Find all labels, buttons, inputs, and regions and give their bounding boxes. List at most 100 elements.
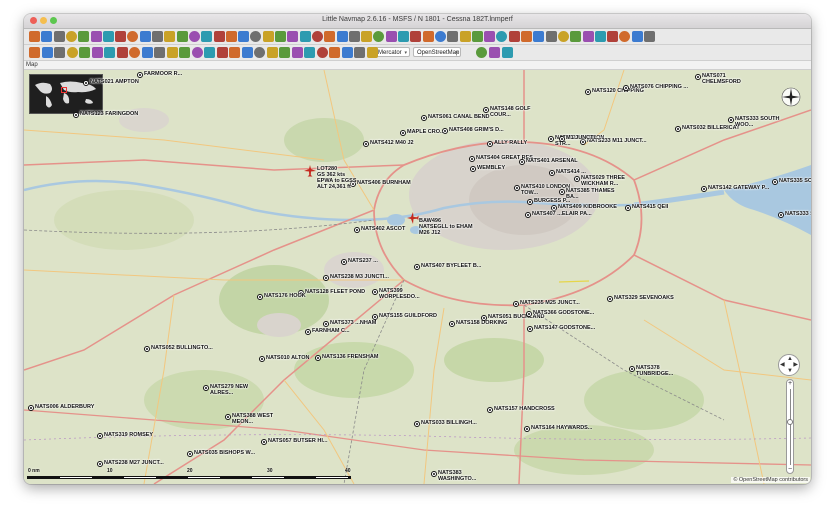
zoom-out-button[interactable]: − bbox=[787, 466, 793, 473]
waypoint-marker[interactable] bbox=[83, 80, 89, 86]
waypoint-marker[interactable] bbox=[559, 189, 565, 195]
toolbar-button-icon[interactable] bbox=[632, 31, 643, 42]
toolbar-button-icon[interactable] bbox=[179, 47, 190, 58]
waypoint-marker[interactable] bbox=[483, 107, 489, 113]
waypoint-marker[interactable] bbox=[341, 259, 347, 265]
waypoint-marker[interactable] bbox=[400, 130, 406, 136]
waypoint-marker[interactable] bbox=[527, 326, 533, 332]
toolbar-button-icon[interactable] bbox=[546, 31, 557, 42]
toolbar-button-icon[interactable] bbox=[447, 31, 458, 42]
toolbar-button-icon[interactable] bbox=[79, 47, 90, 58]
toolbar-button-icon[interactable] bbox=[558, 31, 569, 42]
toolbar-button-icon[interactable] bbox=[177, 31, 188, 42]
zoom-slider[interactable]: + − bbox=[786, 379, 794, 474]
toolbar-button-icon[interactable] bbox=[324, 31, 335, 42]
waypoint-marker[interactable] bbox=[323, 321, 329, 327]
toolbar-button-icon[interactable] bbox=[263, 31, 274, 42]
toolbar-button-icon[interactable] bbox=[533, 31, 544, 42]
waypoint-marker[interactable] bbox=[187, 451, 193, 457]
waypoint-marker[interactable] bbox=[513, 301, 519, 307]
waypoint-marker[interactable] bbox=[203, 385, 209, 391]
toolbar-button-icon[interactable] bbox=[142, 47, 153, 58]
toolbar-button-icon[interactable] bbox=[472, 31, 483, 42]
toolbar-button-icon[interactable] bbox=[164, 31, 175, 42]
toolbar-button-icon[interactable] bbox=[117, 47, 128, 58]
waypoint-marker[interactable] bbox=[778, 212, 784, 218]
waypoint-marker[interactable] bbox=[695, 74, 701, 80]
waypoint-marker[interactable] bbox=[525, 212, 531, 218]
toolbar-button-icon[interactable] bbox=[570, 31, 581, 42]
waypoint-marker[interactable] bbox=[225, 414, 231, 420]
toolbar-button-icon[interactable] bbox=[217, 47, 228, 58]
toolbar-button-icon[interactable] bbox=[312, 31, 323, 42]
toolbar-button-icon[interactable] bbox=[275, 31, 286, 42]
toolbar-button-icon[interactable] bbox=[201, 31, 212, 42]
waypoint-marker[interactable] bbox=[414, 264, 420, 270]
toolbar-button-icon[interactable] bbox=[229, 47, 240, 58]
waypoint-marker[interactable] bbox=[701, 186, 707, 192]
waypoint-marker[interactable] bbox=[261, 439, 267, 445]
toolbar-button-icon[interactable] bbox=[67, 47, 78, 58]
toolbar-button-icon[interactable] bbox=[54, 47, 65, 58]
toolbar-button-icon[interactable] bbox=[496, 31, 507, 42]
toolbar-button-icon[interactable] bbox=[267, 47, 278, 58]
toolbar-button-icon[interactable] bbox=[489, 47, 500, 58]
waypoint-marker[interactable] bbox=[363, 141, 369, 147]
toolbar-button-icon[interactable] bbox=[361, 31, 372, 42]
waypoint-marker[interactable] bbox=[481, 315, 487, 321]
toolbar-button-icon[interactable] bbox=[292, 47, 303, 58]
waypoint-marker[interactable] bbox=[323, 275, 329, 281]
toolbar-button-icon[interactable] bbox=[410, 31, 421, 42]
zoom-handle[interactable] bbox=[787, 419, 793, 425]
waypoint-marker[interactable] bbox=[372, 289, 378, 295]
waypoint-marker[interactable] bbox=[257, 294, 263, 300]
toolbar-button-icon[interactable] bbox=[460, 31, 471, 42]
toolbar-button-icon[interactable] bbox=[192, 47, 203, 58]
toolbar-button-icon[interactable] bbox=[140, 31, 151, 42]
toolbar-button-icon[interactable] bbox=[54, 31, 65, 42]
waypoint-marker[interactable] bbox=[574, 176, 580, 182]
arrow-down-icon[interactable]: ▼ bbox=[787, 368, 793, 374]
toolbar-button-icon[interactable] bbox=[502, 47, 513, 58]
waypoint-marker[interactable] bbox=[519, 159, 525, 165]
toolbar-button-icon[interactable] bbox=[509, 31, 520, 42]
waypoint-marker[interactable] bbox=[259, 356, 265, 362]
toolbar-button-icon[interactable] bbox=[41, 31, 52, 42]
toolbar-button-icon[interactable] bbox=[115, 31, 126, 42]
waypoint-marker[interactable] bbox=[144, 346, 150, 352]
waypoint-marker[interactable] bbox=[305, 329, 311, 335]
toolbar-button-icon[interactable] bbox=[238, 31, 249, 42]
toolbar-button-icon[interactable] bbox=[91, 31, 102, 42]
toolbar-button-icon[interactable] bbox=[329, 47, 340, 58]
waypoint-marker[interactable] bbox=[559, 136, 565, 142]
toolbar-button-icon[interactable] bbox=[367, 47, 378, 58]
toolbar-button-icon[interactable] bbox=[226, 31, 237, 42]
waypoint-marker[interactable] bbox=[487, 407, 493, 413]
waypoint-marker[interactable] bbox=[675, 126, 681, 132]
toolbar-button-icon[interactable] bbox=[583, 31, 594, 42]
toolbar-button-icon[interactable] bbox=[386, 31, 397, 42]
waypoint-marker[interactable] bbox=[73, 112, 79, 118]
waypoint-marker[interactable] bbox=[623, 85, 629, 91]
toolbar-button-icon[interactable] bbox=[189, 31, 200, 42]
waypoint-marker[interactable] bbox=[354, 227, 360, 233]
toolbar-button-icon[interactable] bbox=[337, 31, 348, 42]
toolbar-button-icon[interactable] bbox=[242, 47, 253, 58]
toolbar-button-icon[interactable] bbox=[214, 31, 225, 42]
toolbar-button-icon[interactable] bbox=[423, 31, 434, 42]
waypoint-marker[interactable] bbox=[449, 321, 455, 327]
toolbar-button-icon[interactable] bbox=[154, 47, 165, 58]
waypoint-marker[interactable] bbox=[421, 115, 427, 121]
toolbar-button-icon[interactable] bbox=[435, 31, 446, 42]
map-theme-select[interactable]: OpenStreetMap ▾ bbox=[413, 47, 461, 57]
waypoint-marker[interactable] bbox=[527, 199, 533, 205]
toolbar-button-icon[interactable] bbox=[66, 31, 77, 42]
toolbar-button-icon[interactable] bbox=[607, 31, 618, 42]
toolbar-button-icon[interactable] bbox=[342, 47, 353, 58]
map-view[interactable]: NATS021 AMPTON NATS123 FARINGDON FARMOOR R… bbox=[24, 70, 811, 484]
toolbar-button-icon[interactable] bbox=[167, 47, 178, 58]
map-pan-control[interactable]: ▲ ▼ ◀ ▶ bbox=[778, 354, 800, 376]
toolbar-button-icon[interactable] bbox=[476, 47, 487, 58]
arrow-right-icon[interactable]: ▶ bbox=[793, 362, 798, 368]
waypoint-marker[interactable] bbox=[28, 405, 34, 411]
